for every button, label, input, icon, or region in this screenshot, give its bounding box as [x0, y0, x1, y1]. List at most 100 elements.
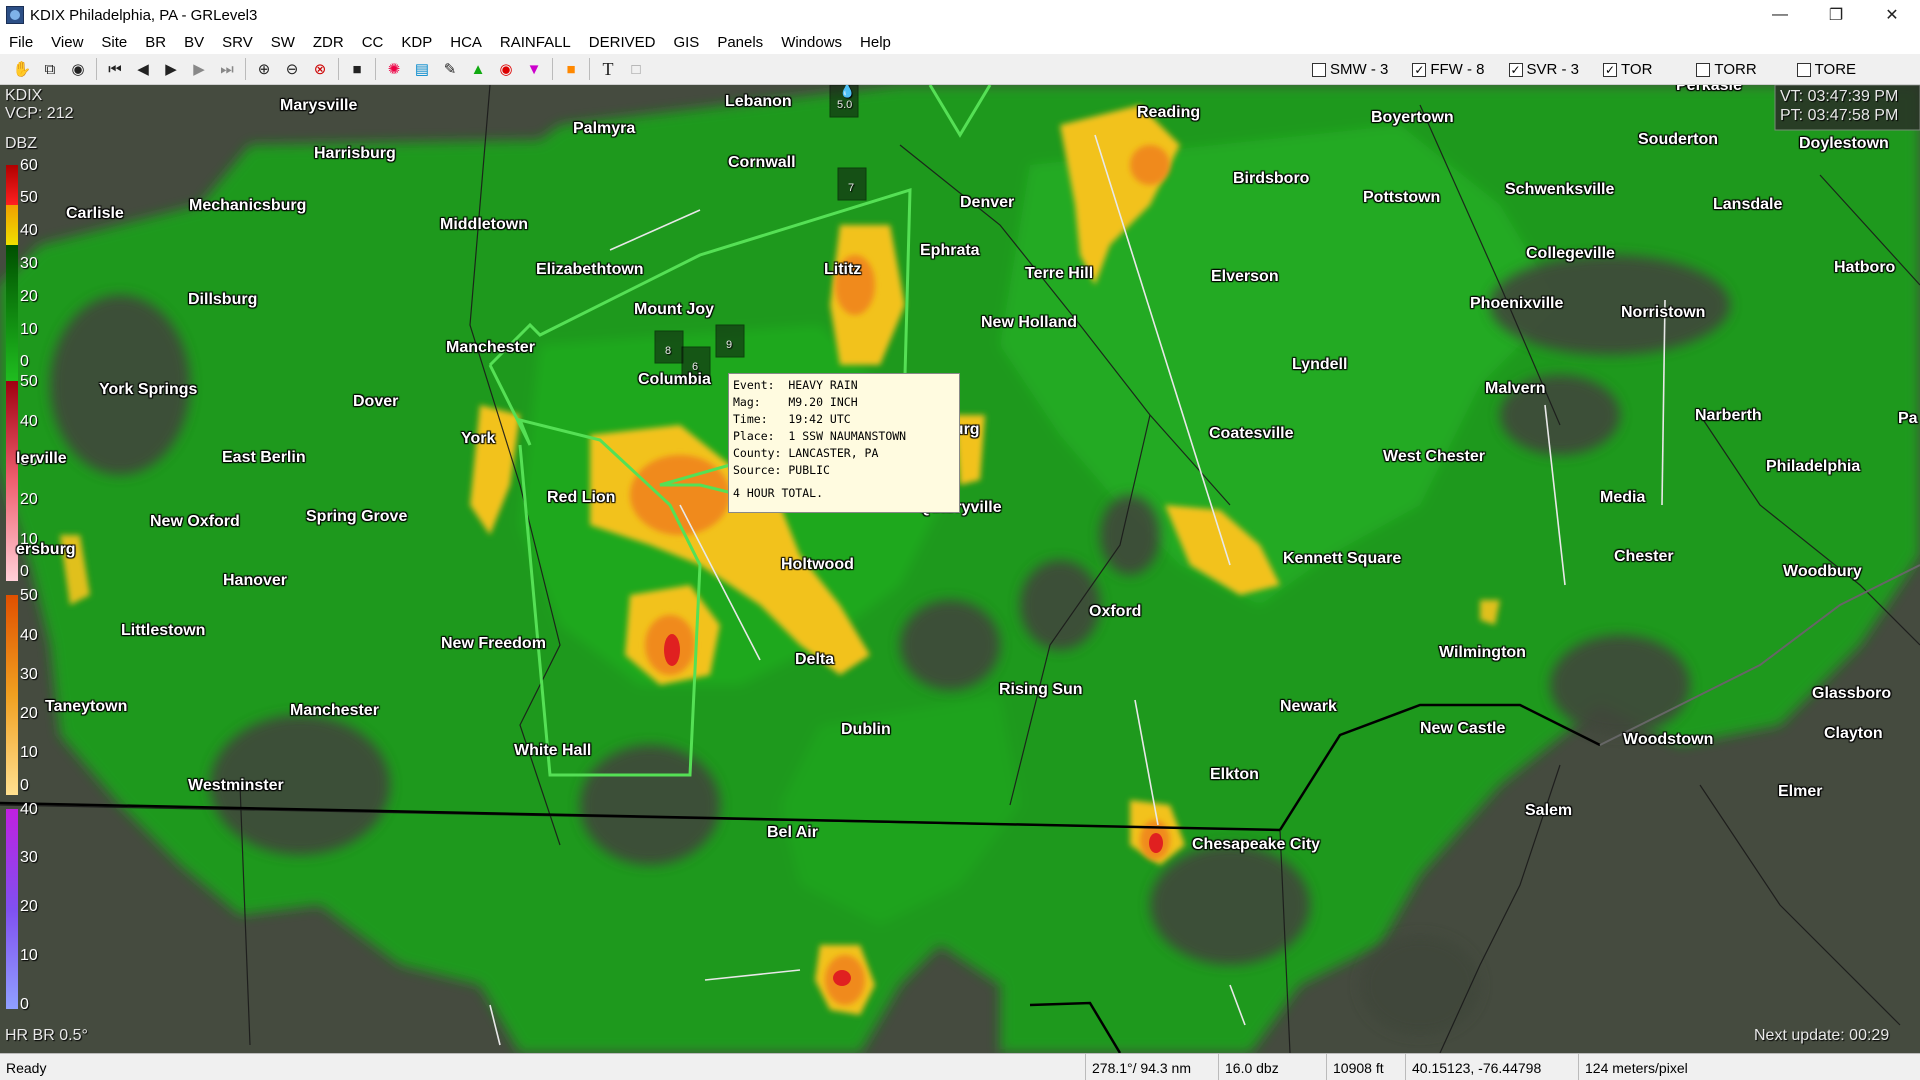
app-icon: [6, 6, 24, 24]
toggle-tore[interactable]: TORE: [1796, 61, 1856, 78]
town-label: Narberth: [1695, 407, 1762, 424]
status-azimuth: 278.1°/ 94.3 nm: [1085, 1054, 1200, 1080]
product-label: HR BR 0.5°: [5, 1027, 88, 1044]
last-frame-icon[interactable]: ⏭: [215, 57, 239, 81]
town-label: Dublin: [841, 721, 891, 738]
town-label: Elmer: [1778, 783, 1823, 800]
fill-icon[interactable]: ■: [559, 57, 583, 81]
town-label: Cornwall: [728, 154, 796, 171]
town-label: York Springs: [99, 381, 198, 398]
grlevel3-window: KDIX Philadelphia, PA - GRLevel3 — ❐ ✕ F…: [0, 0, 1920, 1080]
rain-report-marker[interactable]: 8: [665, 345, 671, 357]
square-icon[interactable]: □: [624, 57, 648, 81]
toolbar: ✋ ⧉ ◉ ⏮ ◀ ▶ ▶ ⏭ ⊕ ⊖ ⊗ ■ ✺ ▤ ✎ ▲ ◉ ▼ ■ T …: [0, 54, 1920, 85]
copy-icon[interactable]: ⧉: [38, 57, 62, 81]
first-frame-icon[interactable]: ⏮: [103, 57, 127, 81]
menu-help[interactable]: Help: [851, 34, 900, 51]
town-label: Doylestown: [1799, 135, 1889, 152]
town-label: Lititz: [824, 261, 862, 278]
menu-view[interactable]: View: [42, 34, 92, 51]
town-label: Schwenksville: [1505, 181, 1615, 198]
town-label: Ephrata: [920, 242, 980, 259]
town-label: Elkton: [1210, 766, 1259, 783]
menu-gis[interactable]: GIS: [664, 34, 708, 51]
town-label: Salem: [1525, 802, 1573, 819]
menu-sw[interactable]: SW: [262, 34, 304, 51]
checkbox-tor[interactable]: ✓: [1603, 62, 1618, 77]
radar-sites-icon[interactable]: ◉: [66, 57, 90, 81]
zoom-reset-icon[interactable]: ⊗: [308, 57, 332, 81]
checkbox-tore[interactable]: [1796, 62, 1811, 77]
circle-icon[interactable]: ◉: [494, 57, 518, 81]
town-label: Harrisburg: [314, 145, 396, 162]
radar-layer: [0, 85, 1920, 1053]
town-label: Dover: [353, 393, 399, 410]
town-label: Marysville: [280, 97, 358, 114]
town-label: East Berlin: [222, 449, 306, 466]
rain-report-marker[interactable]: 5.0: [837, 99, 852, 111]
menu-br[interactable]: BR: [136, 34, 175, 51]
menu-zdr[interactable]: ZDR: [304, 34, 353, 51]
checkbox-smw[interactable]: [1312, 62, 1326, 77]
close-button[interactable]: ✕: [1864, 0, 1920, 30]
color-table-icon[interactable]: ▤: [410, 57, 434, 81]
checkbox-ffw[interactable]: ✓: [1412, 62, 1427, 77]
town-label: Red Lion: [547, 489, 616, 506]
menu-panels[interactable]: Panels: [708, 34, 772, 51]
toggle-tor[interactable]: ✓ TOR: [1603, 61, 1652, 78]
stop-icon[interactable]: ■: [345, 57, 369, 81]
checkbox-svr[interactable]: ✓: [1508, 62, 1523, 77]
maximize-button[interactable]: ❐: [1808, 0, 1864, 30]
town-label: Lebanon: [725, 93, 792, 110]
inverted-triangle-icon[interactable]: ▼: [522, 57, 546, 81]
window-title: KDIX Philadelphia, PA - GRLevel3: [30, 6, 258, 24]
town-label: Oxford: [1089, 603, 1142, 620]
raindrop-icon: 💧: [839, 85, 856, 98]
tooltip-county: County: LANCASTER, PA: [733, 446, 879, 460]
rain-report-marker[interactable]: 7: [848, 182, 854, 194]
town-label: Delta: [795, 651, 835, 668]
menu-site[interactable]: Site: [92, 34, 136, 51]
text-icon[interactable]: T: [596, 57, 620, 81]
town-label: New Holland: [981, 314, 1078, 331]
warning-toggles: SMW - 3 ✓ FFW - 8 ✓ SVR - 3 ✓ TOR TORR TORE: [1312, 54, 1880, 85]
minimize-button[interactable]: —: [1752, 0, 1808, 30]
town-label: Collegeville: [1526, 245, 1615, 262]
menu-kdp[interactable]: KDP: [392, 34, 441, 51]
menu-derived[interactable]: DERIVED: [580, 34, 665, 51]
status-latlon: 40.15123, -76.44798: [1405, 1054, 1572, 1080]
checkbox-torr[interactable]: [1696, 62, 1711, 77]
town-label: Wilmington: [1439, 644, 1526, 661]
tooltip-event: Event: HEAVY RAIN: [733, 378, 858, 392]
zoom-in-icon[interactable]: ⊕: [252, 57, 276, 81]
menu-windows[interactable]: Windows: [772, 34, 851, 51]
hand-icon[interactable]: ✋: [10, 57, 34, 81]
color-legend: KDIX VCP: 212 DBZ 60 50 40 30 20 10 0 50…: [5, 87, 74, 1013]
rain-report-marker[interactable]: 9: [726, 339, 732, 351]
toggle-smw[interactable]: SMW - 3: [1312, 61, 1388, 78]
triangle-icon[interactable]: ▲: [466, 57, 490, 81]
menu-bv[interactable]: BV: [175, 34, 213, 51]
menu-file[interactable]: File: [0, 34, 42, 51]
toggle-ffw[interactable]: ✓ FFW - 8: [1412, 61, 1485, 78]
toggle-svr[interactable]: ✓ SVR - 3: [1508, 61, 1579, 78]
prev-frame-icon[interactable]: ◀: [131, 57, 155, 81]
zoom-out-icon[interactable]: ⊖: [280, 57, 304, 81]
menu-hca[interactable]: HCA: [441, 34, 491, 51]
measure-icon[interactable]: ✎: [438, 57, 462, 81]
menu-cc[interactable]: CC: [353, 34, 393, 51]
menu-srv[interactable]: SRV: [213, 34, 262, 51]
storm-icon[interactable]: ✺: [382, 57, 406, 81]
tooltip-remark: 4 HOUR TOTAL.: [733, 486, 824, 500]
radar-map[interactable]: KDIX VCP: 212 DBZ 60 50 40 30 20 10 0 50…: [0, 85, 1920, 1053]
status-bar: Ready 278.1°/ 94.3 nm 16.0 dbz 10908 ft …: [0, 1053, 1920, 1080]
town-label: New Castle: [1420, 720, 1506, 737]
status-scale: 124 meters/pixel: [1578, 1054, 1728, 1080]
play-icon[interactable]: ▶: [159, 57, 183, 81]
menu-rainfall[interactable]: RAINFALL: [491, 34, 580, 51]
tooltip-time: Time: 19:42 UTC: [733, 412, 851, 426]
next-frame-icon[interactable]: ▶: [187, 57, 211, 81]
status-height: 10908 ft: [1326, 1054, 1401, 1080]
toggle-torr[interactable]: TORR: [1696, 61, 1757, 78]
town-label: Denver: [960, 194, 1015, 211]
